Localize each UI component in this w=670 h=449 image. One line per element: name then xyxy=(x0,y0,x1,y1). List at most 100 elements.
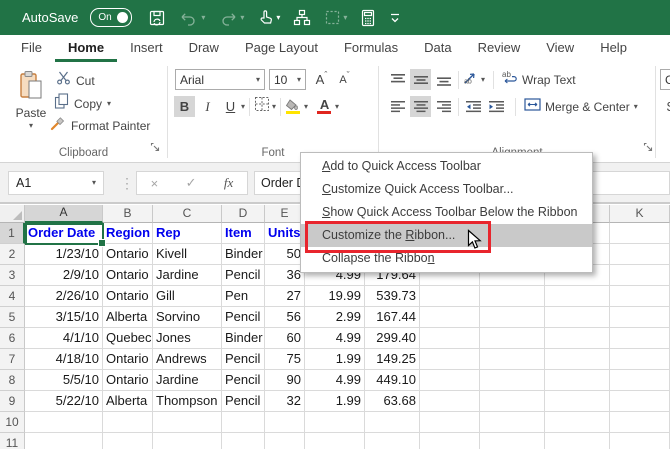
cell-I4[interactable] xyxy=(480,286,545,307)
cell-J7[interactable] xyxy=(545,349,610,370)
increase-indent-button[interactable] xyxy=(486,96,507,117)
cell-E1[interactable]: Units xyxy=(265,223,305,244)
column-header-E[interactable]: E xyxy=(265,205,305,223)
cell-E10[interactable] xyxy=(265,412,305,433)
cell-G9[interactable]: 63.68 xyxy=(365,391,420,412)
grow-font-button[interactable]: Aˆ xyxy=(311,69,332,90)
cell-C3[interactable]: Jardine xyxy=(153,265,222,286)
underline-button[interactable]: U xyxy=(220,96,241,117)
cell-G5[interactable]: 167.44 xyxy=(365,307,420,328)
cell-C2[interactable]: Kivell xyxy=(153,244,222,265)
copy-button[interactable]: Copy ▾ xyxy=(54,93,111,114)
cell-K6[interactable] xyxy=(610,328,670,349)
format-painter-button[interactable]: Format Painter xyxy=(50,115,150,136)
borders-icon[interactable] xyxy=(254,96,270,117)
cell-E9[interactable]: 32 xyxy=(265,391,305,412)
align-center-button[interactable] xyxy=(410,96,431,117)
cell-D1[interactable]: Item xyxy=(222,223,265,244)
formula-bar-drag-handle[interactable]: ⋮ xyxy=(120,173,134,193)
cell-F10[interactable] xyxy=(305,412,365,433)
cell-H4[interactable] xyxy=(420,286,480,307)
menu-item-customize-quick-access-toolbar[interactable]: Customize Quick Access Toolbar... xyxy=(301,178,592,201)
cell-A8[interactable]: 5/5/10 xyxy=(25,370,103,391)
font-color-icon[interactable]: A xyxy=(316,98,333,116)
tab-view[interactable]: View xyxy=(533,35,587,62)
cell-D9[interactable]: Pencil xyxy=(222,391,265,412)
cell-I11[interactable] xyxy=(480,433,545,449)
cell-D8[interactable]: Pencil xyxy=(222,370,265,391)
cell-A2[interactable]: 1/23/10 xyxy=(25,244,103,265)
row-header-9[interactable]: 9 xyxy=(0,391,25,412)
cut-button[interactable]: Cut xyxy=(56,71,95,90)
select-all-corner[interactable] xyxy=(0,205,25,223)
cell-B5[interactable]: Alberta xyxy=(103,307,153,328)
cell-E2[interactable]: 50 xyxy=(265,244,305,265)
shrink-font-button[interactable]: Aˇ xyxy=(334,69,355,90)
tab-help[interactable]: Help xyxy=(587,35,640,62)
cell-D6[interactable]: Binder xyxy=(222,328,265,349)
cell-B6[interactable]: Quebec xyxy=(103,328,153,349)
font-name-combo[interactable]: Arial ▾ xyxy=(175,69,265,90)
row-header-10[interactable]: 10 xyxy=(0,412,25,433)
cell-B3[interactable]: Ontario xyxy=(103,265,153,286)
cell-H8[interactable] xyxy=(420,370,480,391)
cell-A5[interactable]: 3/15/10 xyxy=(25,307,103,328)
cell-F5[interactable]: 2.99 xyxy=(305,307,365,328)
cell-G8[interactable]: 449.10 xyxy=(365,370,420,391)
column-header-B[interactable]: B xyxy=(103,205,153,223)
cell-J5[interactable] xyxy=(545,307,610,328)
cell-K5[interactable] xyxy=(610,307,670,328)
cancel-icon[interactable]: × xyxy=(151,176,159,191)
menu-item-collapse-the-ribbon[interactable]: Collapse the Ribbon xyxy=(301,247,592,270)
menu-item-show-quick-access-toolbar-below-the-ribbon[interactable]: Show Quick Access Toolbar Below the Ribb… xyxy=(301,201,592,224)
orientation-icon[interactable]: ab xyxy=(463,70,479,90)
cell-J10[interactable] xyxy=(545,412,610,433)
cell-B11[interactable] xyxy=(103,433,153,449)
selection-icon[interactable]: ▾ xyxy=(324,9,347,26)
undo-icon[interactable]: ▾ xyxy=(179,10,205,26)
cell-K8[interactable] xyxy=(610,370,670,391)
cell-H7[interactable] xyxy=(420,349,480,370)
name-box[interactable]: A1 ▾ xyxy=(8,171,104,195)
enter-icon[interactable]: ✓ xyxy=(186,175,197,191)
cell-H9[interactable] xyxy=(420,391,480,412)
cell-E3[interactable]: 36 xyxy=(265,265,305,286)
cell-I8[interactable] xyxy=(480,370,545,391)
cell-K9[interactable] xyxy=(610,391,670,412)
cell-K2[interactable] xyxy=(610,244,670,265)
cell-D3[interactable]: Pencil xyxy=(222,265,265,286)
row-header-5[interactable]: 5 xyxy=(0,307,25,328)
column-header-C[interactable]: C xyxy=(153,205,222,223)
cell-G7[interactable]: 149.25 xyxy=(365,349,420,370)
wrap-text-button[interactable]: ab Wrap Text xyxy=(502,70,576,89)
row-header-3[interactable]: 3 xyxy=(0,265,25,286)
org-chart-icon[interactable] xyxy=(293,9,311,26)
menu-item-add-to-quick-access-toolbar[interactable]: Add to Quick Access Toolbar xyxy=(301,155,592,178)
cell-E6[interactable]: 60 xyxy=(265,328,305,349)
cell-E4[interactable]: 27 xyxy=(265,286,305,307)
cell-A11[interactable] xyxy=(25,433,103,449)
cell-C6[interactable]: Jones xyxy=(153,328,222,349)
touch-mode-icon[interactable]: ▾ xyxy=(257,9,280,26)
cell-C4[interactable]: Gill xyxy=(153,286,222,307)
align-bottom-button[interactable] xyxy=(433,69,454,90)
cell-K1[interactable] xyxy=(610,223,670,244)
alignment-dialog-launcher-icon[interactable] xyxy=(643,139,653,157)
cell-G4[interactable]: 539.73 xyxy=(365,286,420,307)
align-middle-button[interactable] xyxy=(410,69,431,90)
cell-A3[interactable]: 2/9/10 xyxy=(25,265,103,286)
tab-page-layout[interactable]: Page Layout xyxy=(232,35,331,62)
cell-A10[interactable] xyxy=(25,412,103,433)
cell-K4[interactable] xyxy=(610,286,670,307)
cell-A7[interactable]: 4/18/10 xyxy=(25,349,103,370)
align-top-button[interactable] xyxy=(387,69,408,90)
row-header-2[interactable]: 2 xyxy=(0,244,25,265)
cell-D4[interactable]: Pen xyxy=(222,286,265,307)
cell-J4[interactable] xyxy=(545,286,610,307)
cell-K10[interactable] xyxy=(610,412,670,433)
cell-B2[interactable]: Ontario xyxy=(103,244,153,265)
cell-B7[interactable]: Ontario xyxy=(103,349,153,370)
cell-B10[interactable] xyxy=(103,412,153,433)
cell-A1[interactable]: Order Date xyxy=(25,223,103,244)
tab-draw[interactable]: Draw xyxy=(176,35,232,62)
